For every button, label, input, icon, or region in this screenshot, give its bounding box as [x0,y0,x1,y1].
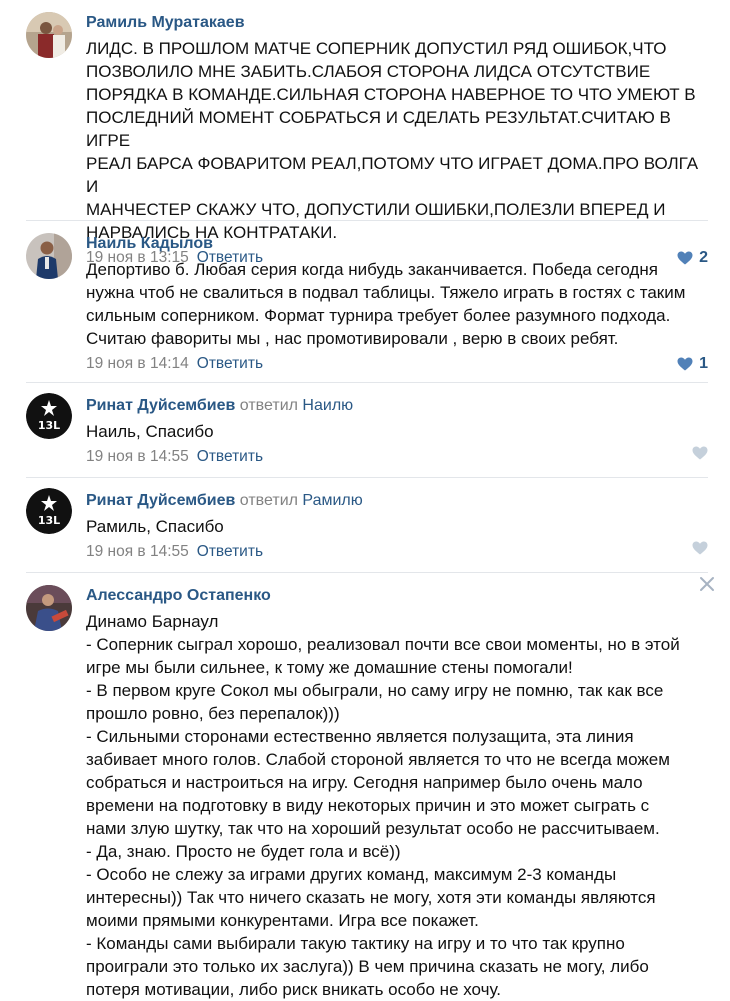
avatar[interactable] [26,233,72,279]
replied-to-link[interactable]: Наилю [302,397,353,414]
replied-to-link[interactable]: Рамилю [302,492,362,509]
replied-label: ответил [239,397,298,414]
comment-author[interactable]: Рамиль Муратакаев [86,14,245,31]
comment-author[interactable]: Наиль Кадылов [86,235,213,252]
comment-date[interactable]: 19 ноя в 14:14 [86,355,189,372]
comment-text: Наиль, Спасибо [86,422,214,441]
comment: 13L Ринат Дуйсембиев ответил Наилю Наиль… [26,383,708,478]
comment-meta: 19 ноя в 14:14 Ответить 1 [86,353,708,375]
comment-author[interactable]: Алессандро Остапенко [86,587,271,604]
replied-label: ответил [239,492,298,509]
avatar[interactable] [26,12,72,58]
comment-meta: 19 ноя в 14:55 Ответить [86,541,708,563]
like-button[interactable] [692,541,708,555]
comment-text: Рамиль, Спасибо [86,517,224,536]
comment-text: ЛИДС. В ПРОШЛОМ МАТЧЕ СОПЕРНИК ДОПУСТИЛ … [86,39,699,242]
like-button[interactable]: 1 [677,353,708,375]
close-icon[interactable] [698,575,716,593]
comment: Наиль Кадылов Депортиво б. Любая серия к… [26,221,708,383]
comment-date[interactable]: 19 ноя в 14:55 [86,543,189,560]
comment: Рамиль Муратакаев ЛИДС. В ПРОШЛОМ МАТЧЕ … [26,0,708,266]
avatar-logo-text: 13L [38,419,60,432]
like-button[interactable] [692,446,708,460]
comment-author[interactable]: Ринат Дуйсембиев [86,492,235,509]
comment: Алессандро Остапенко Динамо Барнаул - Со… [26,573,714,999]
avatar-logo-text: 13L [38,514,60,527]
comment-date[interactable]: 19 ноя в 14:55 [86,448,189,465]
heart-icon [677,357,693,371]
avatar[interactable] [26,585,72,631]
comment: 13L Ринат Дуйсембиев ответил Рамилю Рами… [26,478,708,573]
comments-feed: Рамиль Муратакаев ЛИДС. В ПРОШЛОМ МАТЧЕ … [0,0,730,999]
avatar[interactable]: 13L [26,393,72,439]
comment-text: Депортиво б. Любая серия когда нибудь за… [86,260,686,348]
comment-text: Динамо Барнаул - Соперник сыграл хорошо,… [86,612,680,999]
like-count: 1 [699,355,708,372]
comment-author[interactable]: Ринат Дуйсембиев [86,397,235,414]
avatar[interactable]: 13L [26,488,72,534]
heart-icon [692,541,708,555]
heart-icon [692,446,708,460]
comment-meta: 19 ноя в 14:55 Ответить [86,446,708,468]
reply-button[interactable]: Ответить [197,355,263,372]
reply-button[interactable]: Ответить [197,543,263,560]
reply-button[interactable]: Ответить [197,448,263,465]
